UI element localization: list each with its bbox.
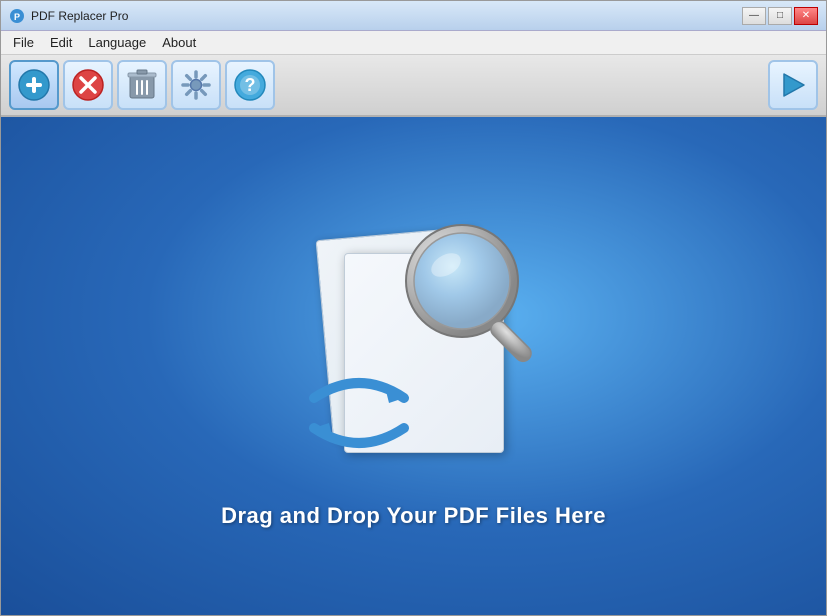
menu-file[interactable]: File xyxy=(5,33,42,52)
run-button[interactable] xyxy=(768,60,818,110)
help-button[interactable]: ? xyxy=(225,60,275,110)
window-title: PDF Replacer Pro xyxy=(31,9,128,23)
main-window: P PDF Replacer Pro — □ ✕ File Edit Langu… xyxy=(0,0,827,616)
svg-text:?: ? xyxy=(245,75,256,95)
title-bar: P PDF Replacer Pro — □ ✕ xyxy=(1,1,826,31)
close-button[interactable]: ✕ xyxy=(794,7,818,25)
remove-button[interactable] xyxy=(63,60,113,110)
help-icon: ? xyxy=(233,68,267,102)
magnifier-icon xyxy=(394,213,554,373)
settings-button[interactable] xyxy=(171,60,221,110)
menu-language[interactable]: Language xyxy=(80,33,154,52)
app-icon: P xyxy=(9,8,25,24)
drop-zone-text: Drag and Drop Your PDF Files Here xyxy=(221,503,606,529)
title-bar-left: P PDF Replacer Pro xyxy=(9,8,128,24)
illustration xyxy=(264,203,564,483)
arrow-right-icon xyxy=(776,68,810,102)
trash-icon xyxy=(126,68,158,102)
add-files-button[interactable] xyxy=(9,60,59,110)
trash-button[interactable] xyxy=(117,60,167,110)
maximize-button[interactable]: □ xyxy=(768,7,792,25)
add-icon xyxy=(17,68,51,102)
menu-bar: File Edit Language About xyxy=(1,31,826,55)
toolbar: ? xyxy=(1,55,826,117)
center-illustration: Drag and Drop Your PDF Files Here xyxy=(221,203,606,529)
title-controls: — □ ✕ xyxy=(742,7,818,25)
refresh-arrows-icon xyxy=(294,363,424,463)
svg-text:P: P xyxy=(14,12,20,22)
menu-about[interactable]: About xyxy=(154,33,204,52)
minimize-button[interactable]: — xyxy=(742,7,766,25)
x-icon xyxy=(71,68,105,102)
gear-icon xyxy=(179,68,213,102)
menu-edit[interactable]: Edit xyxy=(42,33,80,52)
main-content-area[interactable]: Drag and Drop Your PDF Files Here xyxy=(1,117,826,615)
